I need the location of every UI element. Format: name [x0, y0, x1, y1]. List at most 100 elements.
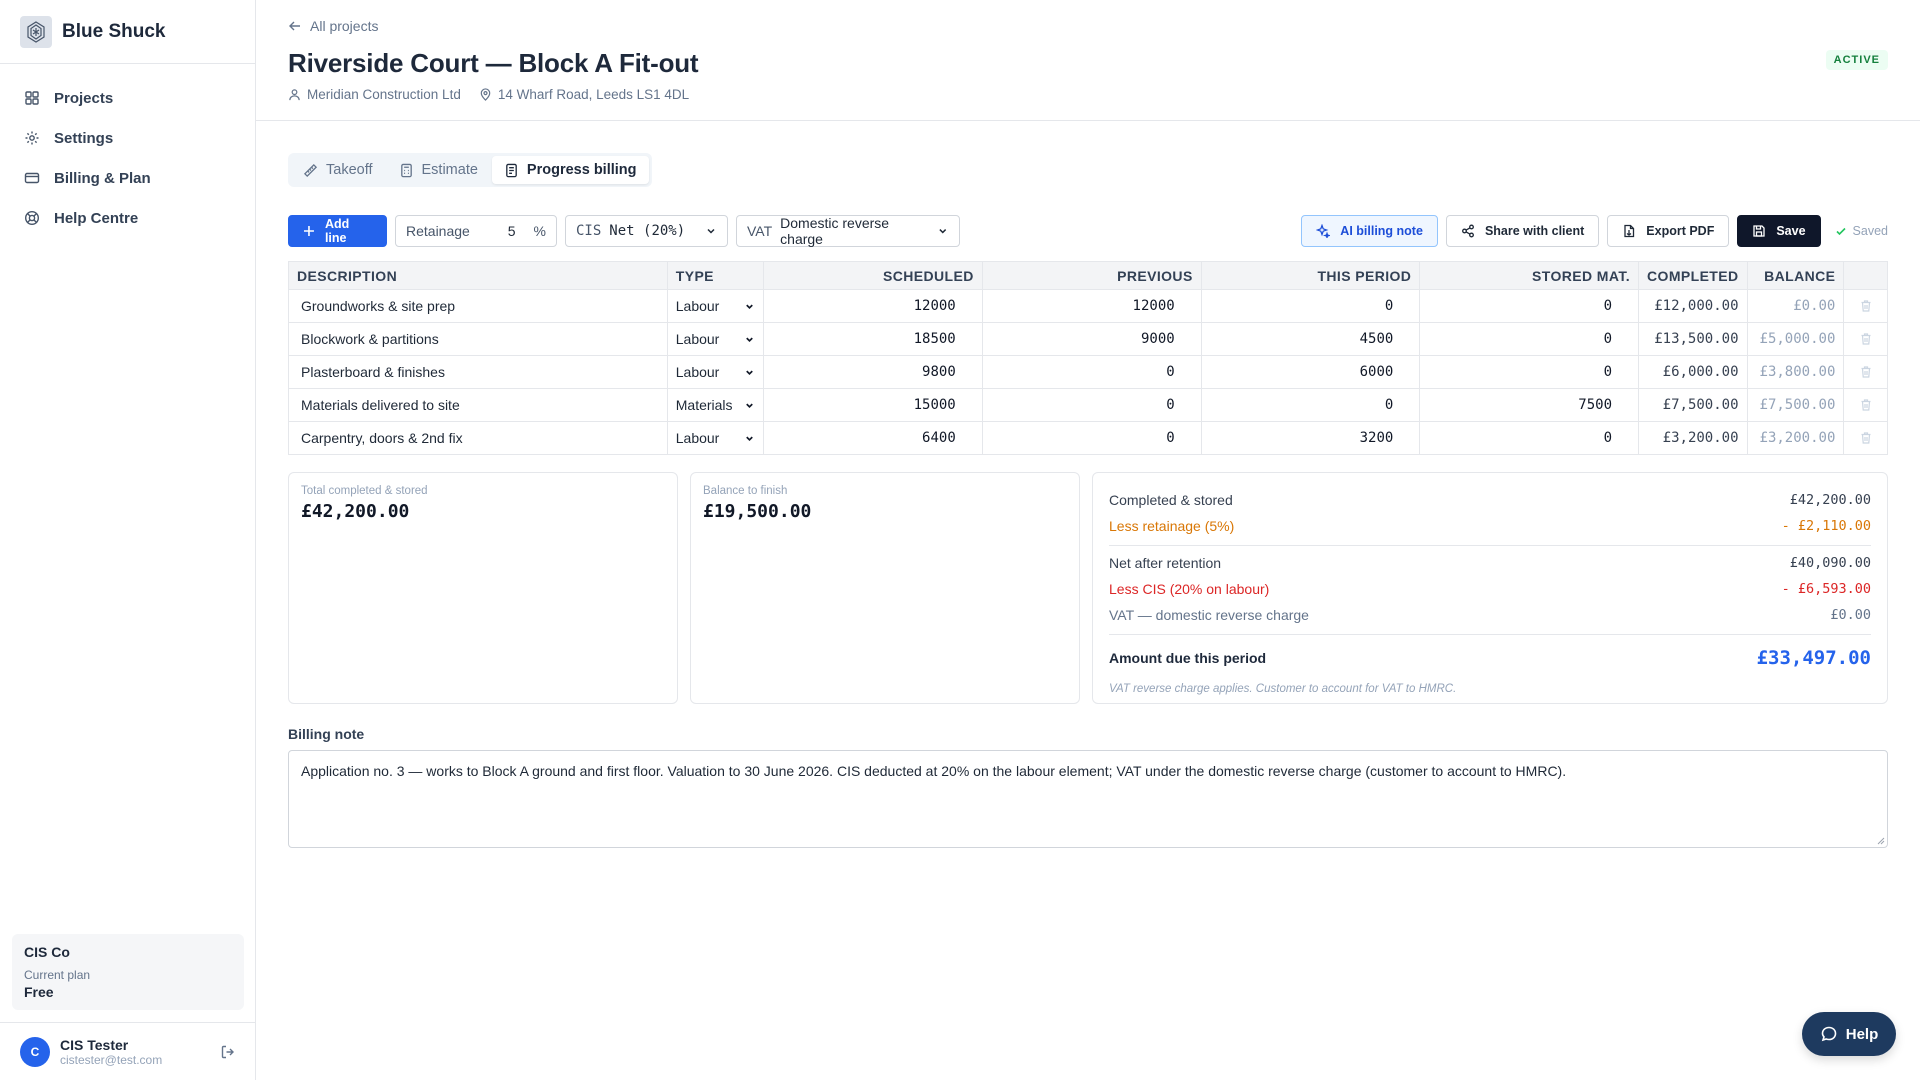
- type-select[interactable]: Labour: [667, 355, 764, 389]
- balance-cell: £7,500.00: [1747, 388, 1845, 422]
- map-pin-icon: [480, 88, 491, 101]
- description-cell[interactable]: Blockwork & partitions: [288, 322, 668, 356]
- balance-cell: £0.00: [1747, 289, 1845, 323]
- tab-label: Takeoff: [326, 162, 373, 178]
- completed-cell: £6,000.00: [1638, 355, 1748, 389]
- trash-icon[interactable]: [1859, 431, 1873, 445]
- previous-input[interactable]: 0: [982, 421, 1202, 455]
- user-email: cistester@test.com: [60, 1052, 163, 1067]
- status-badge: ACTIVE: [1825, 50, 1888, 70]
- chevron-down-icon: [745, 403, 753, 408]
- vat-line-value: £0.00: [1830, 607, 1871, 623]
- delete-row-cell[interactable]: [1843, 421, 1888, 455]
- table-row: Carpentry, doors & 2nd fix Labour 6400 0 320…: [288, 421, 1888, 455]
- stored-materials-input[interactable]: 0: [1419, 421, 1640, 455]
- retainage-input[interactable]: 5: [508, 223, 516, 239]
- stored-materials-input[interactable]: 0: [1419, 289, 1640, 323]
- trash-icon[interactable]: [1859, 332, 1873, 346]
- save-button[interactable]: Save: [1737, 215, 1821, 247]
- chat-bubble-icon: [1821, 1026, 1837, 1042]
- plan-card[interactable]: CIS Co Current plan Free: [12, 934, 244, 1010]
- add-line-label: Add line: [324, 217, 350, 245]
- plus-icon: [303, 226, 314, 236]
- this-period-input[interactable]: 0: [1201, 289, 1421, 323]
- delete-row-cell[interactable]: [1843, 289, 1888, 323]
- cis-select[interactable]: CIS Net (20%): [565, 215, 728, 247]
- sidebar-item-label: Projects: [54, 89, 114, 107]
- this-period-input[interactable]: 6000: [1201, 355, 1421, 389]
- share-with-client-button[interactable]: Share with client: [1445, 215, 1600, 247]
- help-button[interactable]: Help: [1802, 1012, 1896, 1056]
- stored-materials-input[interactable]: 0: [1419, 355, 1640, 389]
- description-cell[interactable]: Materials delivered to site: [288, 388, 668, 422]
- type-select[interactable]: Labour: [667, 322, 764, 356]
- back-link[interactable]: All projects: [288, 18, 1888, 34]
- billing-note-textarea[interactable]: Application no. 3 — works to Block A gro…: [288, 750, 1888, 848]
- save-label: Save: [1776, 224, 1806, 238]
- chevron-down-icon: [745, 337, 753, 342]
- logout-icon[interactable]: [220, 1044, 236, 1060]
- chevron-down-icon: [745, 436, 753, 441]
- scheduled-input[interactable]: 18500: [763, 322, 983, 356]
- delete-row-cell[interactable]: [1843, 355, 1888, 389]
- brand[interactable]: Blue Shuck: [0, 0, 255, 64]
- chevron-down-icon: [939, 229, 947, 234]
- scheduled-input[interactable]: 12000: [763, 289, 983, 323]
- previous-input[interactable]: 0: [982, 355, 1202, 389]
- share-icon: [1461, 224, 1474, 238]
- ai-billing-note-button[interactable]: AI billing note: [1301, 215, 1438, 247]
- scheduled-input[interactable]: 15000: [763, 388, 983, 422]
- scheduled-input[interactable]: 6400: [763, 421, 983, 455]
- trash-icon[interactable]: [1859, 299, 1873, 313]
- description-cell[interactable]: Carpentry, doors & 2nd fix: [288, 421, 668, 455]
- delete-row-cell[interactable]: [1843, 322, 1888, 356]
- this-period-input[interactable]: 3200: [1201, 421, 1421, 455]
- tab-label: Estimate: [421, 162, 478, 178]
- sidebar-item-projects[interactable]: Projects: [12, 78, 243, 118]
- this-period-input[interactable]: 4500: [1201, 322, 1421, 356]
- description-cell[interactable]: Plasterboard & finishes: [288, 355, 668, 389]
- tab-estimate[interactable]: Estimate: [387, 156, 490, 184]
- tab-takeoff[interactable]: Takeoff: [291, 156, 385, 184]
- vat-value: Domestic reverse charge: [780, 215, 890, 247]
- chevron-down-icon: [707, 228, 715, 234]
- trash-icon[interactable]: [1859, 365, 1873, 379]
- export-label: Export PDF: [1646, 224, 1715, 238]
- vat-label: VAT: [747, 223, 773, 239]
- retainage-field[interactable]: Retainage 5 %: [395, 215, 557, 247]
- type-select[interactable]: Labour: [667, 421, 764, 455]
- description-cell[interactable]: Groundworks & site prep: [288, 289, 668, 323]
- scheduled-input[interactable]: 9800: [763, 355, 983, 389]
- project-meta: Meridian Construction Ltd 14 Wharf Road,…: [288, 87, 1888, 102]
- sidebar-item-help-centre[interactable]: Help Centre: [12, 198, 243, 238]
- tab-progress-billing[interactable]: Progress billing: [491, 156, 649, 184]
- sidebar-item-settings[interactable]: Settings: [12, 118, 243, 158]
- previous-input[interactable]: 0: [982, 388, 1202, 422]
- delete-row-cell[interactable]: [1843, 388, 1888, 422]
- completed-cell: £13,500.00: [1638, 322, 1748, 356]
- type-select[interactable]: Materials: [667, 388, 764, 422]
- cis-deduction-label: Less CIS (20% on labour): [1109, 581, 1270, 597]
- type-select[interactable]: Labour: [667, 289, 764, 323]
- previous-input[interactable]: 9000: [982, 322, 1202, 356]
- page-title: Riverside Court — Block A Fit-out: [288, 48, 699, 78]
- vat-select[interactable]: VAT Domestic reverse charge: [736, 215, 960, 247]
- trash-icon[interactable]: [1859, 398, 1873, 412]
- chevron-down-icon: [745, 304, 753, 309]
- table-header-row: DESCRIPTION TYPE SCHEDULED PREVIOUS THIS…: [288, 261, 1888, 290]
- sidebar: Blue Shuck Projects Settings Billing & P…: [0, 0, 256, 1080]
- add-line-button[interactable]: Add line: [288, 215, 387, 247]
- cis-value: Net (20%): [609, 223, 686, 239]
- address-info: 14 Wharf Road, Leeds LS1 4DL: [479, 87, 689, 102]
- resize-grip-icon[interactable]: [1875, 835, 1885, 845]
- stored-materials-input[interactable]: 0: [1419, 322, 1640, 356]
- this-period-input[interactable]: 0: [1201, 388, 1421, 422]
- stored-materials-input[interactable]: 7500: [1419, 388, 1640, 422]
- sidebar-item-billing[interactable]: Billing & Plan: [12, 158, 243, 198]
- back-label: All projects: [310, 18, 379, 34]
- completed-value: £42,200.00: [1789, 492, 1871, 508]
- client-name: Meridian Construction Ltd: [307, 87, 461, 102]
- export-pdf-button[interactable]: Export PDF: [1607, 215, 1730, 247]
- divider: [1109, 634, 1871, 635]
- previous-input[interactable]: 12000: [982, 289, 1202, 323]
